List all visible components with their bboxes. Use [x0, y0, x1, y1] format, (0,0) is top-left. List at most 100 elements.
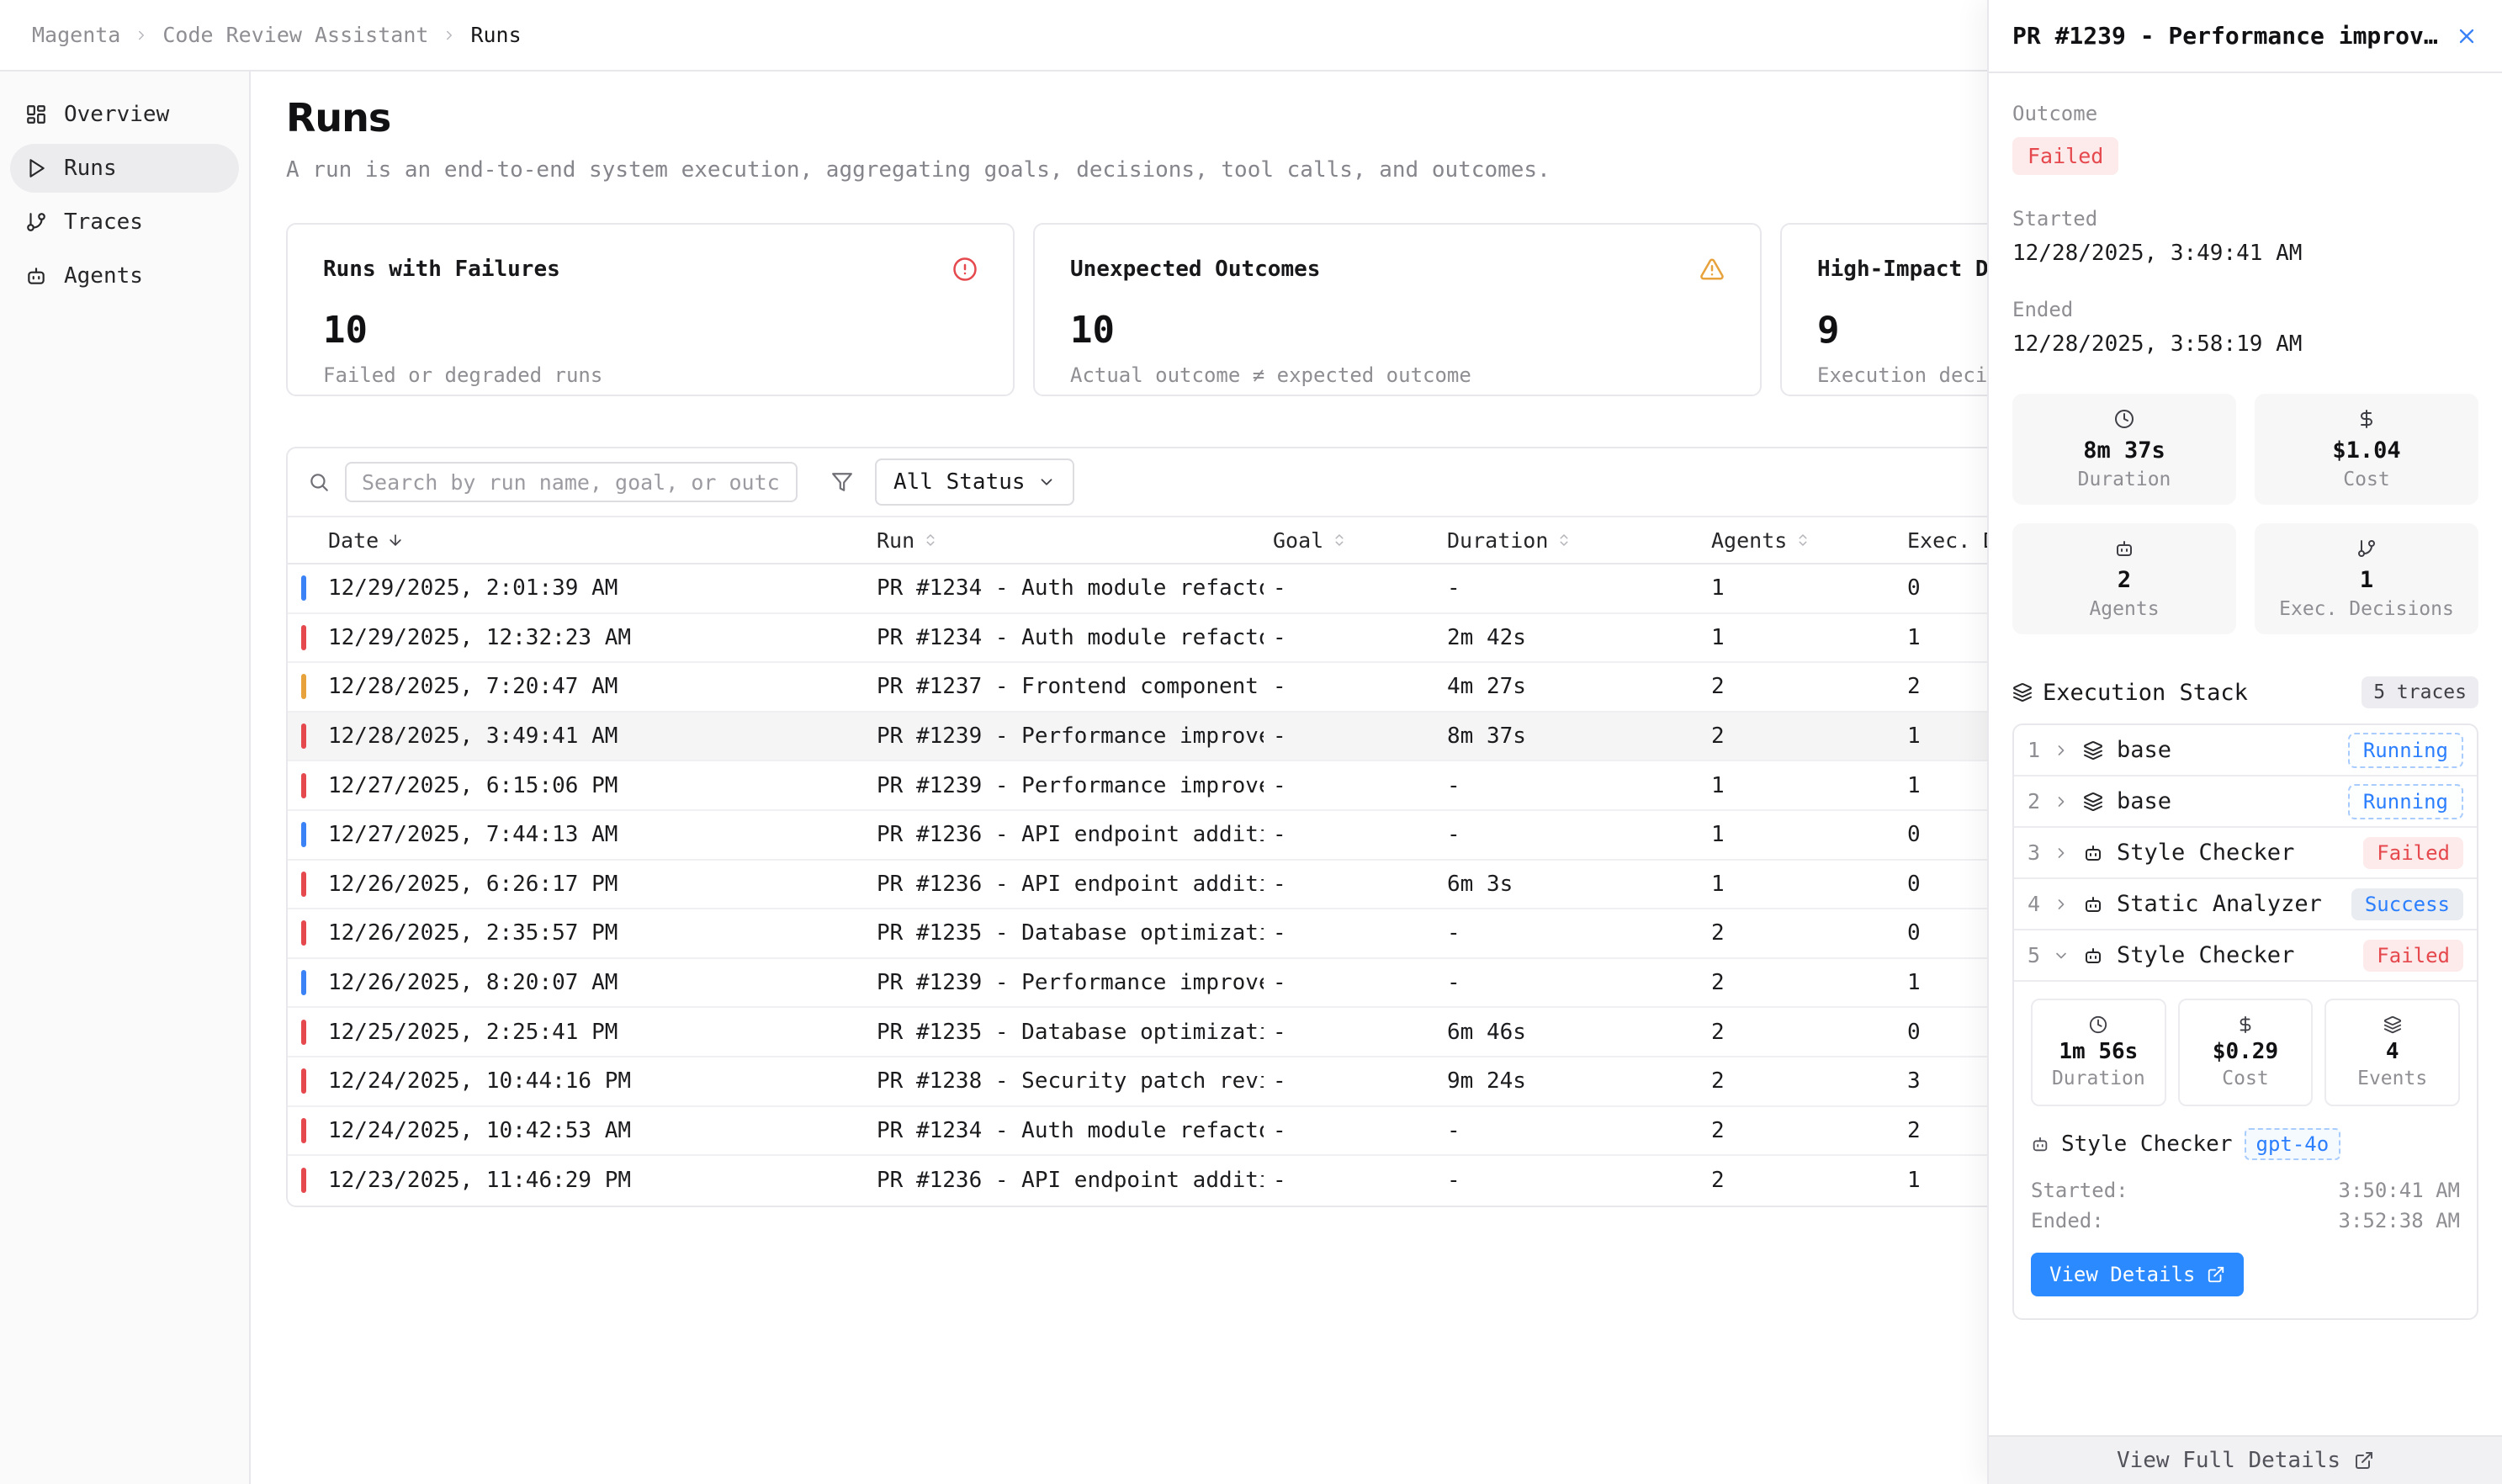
sidebar-item-runs[interactable]: Runs [10, 144, 239, 193]
run-status-bar [301, 1168, 306, 1193]
run-goal: - [1273, 1168, 1447, 1193]
date-cell: 12/25/2025, 2:25:41 PM [288, 1020, 877, 1045]
run-name: PR #1239 - Performance improvem… [877, 723, 1264, 749]
breadcrumb-item-current: Runs [470, 23, 521, 47]
date-cell: 12/26/2025, 6:26:17 PM [288, 872, 877, 897]
sidebar-item-label: Agents [64, 263, 143, 289]
dollar-icon [2236, 1015, 2255, 1034]
sort-icon [923, 533, 938, 548]
run-goal: - [1273, 1068, 1447, 1094]
sidebar-item-agents[interactable]: Agents [10, 252, 239, 300]
column-header-goal[interactable]: Goal [1273, 528, 1447, 553]
run-date: 12/29/2025, 12:32:23 AM [328, 625, 631, 650]
search-icon [308, 471, 330, 493]
chevron-down-icon [1037, 473, 1056, 491]
trace-ended-label: Ended: [2031, 1209, 2104, 1232]
panel-header: PR #1239 - Performance improvemen… [1989, 0, 2502, 73]
stack-item-1[interactable]: 1 base Running [2014, 725, 2477, 776]
run-status-bar [301, 1020, 306, 1045]
run-status-bar [301, 773, 306, 798]
trace-metric-cost: $0.29 Cost [2178, 999, 2314, 1106]
run-duration: 6m 46s [1447, 1020, 1711, 1045]
breadcrumb-item-project[interactable]: Code Review Assistant [162, 23, 428, 47]
metric-duration: 8m 37s Duration [2012, 394, 2236, 505]
sort-icon [1795, 533, 1810, 548]
bot-icon [2031, 1135, 2049, 1153]
run-date: 12/25/2025, 2:25:41 PM [328, 1020, 618, 1045]
bot-icon [2083, 946, 2103, 966]
run-goal: - [1273, 723, 1447, 749]
run-agents-count: 2 [1711, 1020, 1907, 1045]
run-status-bar [301, 1068, 306, 1094]
clock-icon [2114, 409, 2134, 429]
column-header-run[interactable]: Run [877, 528, 1273, 553]
close-icon[interactable] [2455, 24, 2478, 48]
execution-stack-list: 1 base Running 2 base Running 3 Style Ch… [2012, 723, 2478, 1320]
git-branch-icon [25, 211, 47, 233]
status-filter-select[interactable]: All Status [875, 458, 1074, 506]
run-goal: - [1273, 920, 1447, 946]
run-name: PR #1236 - API endpoint additio… [877, 822, 1264, 847]
sort-icon [1556, 533, 1572, 548]
run-status-bar [301, 920, 306, 946]
sidebar-item-label: Runs [64, 156, 117, 181]
status-filter-label: All Status [893, 469, 1026, 495]
layers-icon [2383, 1015, 2402, 1034]
chevron-down-icon [2053, 947, 2070, 964]
run-duration: 4m 27s [1447, 674, 1711, 699]
stat-card-runs-with-failures: Runs with Failures 10 Failed or degraded… [286, 223, 1015, 396]
stack-item-3[interactable]: 3 Style Checker Failed [2014, 828, 2477, 879]
alert-triangle-icon [1699, 257, 1725, 282]
run-duration: - [1447, 822, 1711, 847]
run-status-bar [301, 674, 306, 699]
date-cell: 12/26/2025, 8:20:07 AM [288, 970, 877, 995]
external-link-icon [2354, 1450, 2374, 1471]
run-duration: - [1447, 920, 1711, 946]
run-duration: 8m 37s [1447, 723, 1711, 749]
chevron-right-icon [2053, 896, 2070, 913]
stack-item-5[interactable]: 5 Style Checker Failed [2014, 930, 2477, 982]
trace-name: base [2117, 737, 2348, 763]
run-goal: - [1273, 575, 1447, 601]
sort-desc-icon [387, 532, 404, 549]
view-details-button[interactable]: View Details [2031, 1253, 2244, 1296]
sidebar-item-traces[interactable]: Traces [10, 198, 239, 246]
column-header-date[interactable]: Date [288, 528, 877, 553]
run-duration: - [1447, 1168, 1711, 1193]
run-status-bar [301, 822, 306, 847]
run-duration: - [1447, 1118, 1711, 1143]
run-date: 12/26/2025, 8:20:07 AM [328, 970, 618, 995]
trace-status-badge: Failed [2363, 837, 2463, 869]
run-date: 12/27/2025, 7:44:13 AM [328, 822, 618, 847]
run-name: PR #1235 - Database optimization [877, 1020, 1264, 1045]
stack-item-4[interactable]: 4 Static Analyzer Success [2014, 879, 2477, 930]
traces-count-badge: 5 traces [2362, 676, 2478, 708]
run-detail-panel: PR #1239 - Performance improvemen… Outco… [1987, 0, 2502, 1484]
run-duration: 2m 42s [1447, 625, 1711, 650]
started-value: 12/28/2025, 3:49:41 AM [2012, 241, 2478, 266]
bot-icon [25, 265, 47, 287]
column-header-duration[interactable]: Duration [1447, 528, 1711, 553]
date-cell: 12/24/2025, 10:44:16 PM [288, 1068, 877, 1094]
run-agents-count: 2 [1711, 723, 1907, 749]
external-link-icon [2207, 1265, 2225, 1284]
run-duration: 9m 24s [1447, 1068, 1711, 1094]
started-label: Started [2012, 207, 2478, 231]
run-agents-count: 2 [1711, 674, 1907, 699]
stat-value: 10 [1070, 309, 1725, 352]
view-full-details-button[interactable]: View Full Details [1989, 1435, 2502, 1484]
run-agents-count: 1 [1711, 575, 1907, 601]
stack-item-2[interactable]: 2 base Running [2014, 776, 2477, 828]
chevron-right-icon [2053, 845, 2070, 861]
search-input[interactable] [345, 462, 798, 502]
trace-ended-value: 3:52:38 AM [2339, 1209, 2461, 1232]
date-cell: 12/27/2025, 7:44:13 AM [288, 822, 877, 847]
run-goal: - [1273, 674, 1447, 699]
trace-metric-duration: 1m 56s Duration [2031, 999, 2166, 1106]
sidebar-item-label: Traces [64, 209, 143, 235]
trace-detail-expanded: 1m 56s Duration $0.29 Cost 4 Events [2014, 982, 2477, 1318]
breadcrumb-item-org[interactable]: Magenta [32, 23, 120, 47]
sidebar-item-overview[interactable]: Overview [10, 90, 239, 139]
bot-icon [2083, 894, 2103, 914]
column-header-agents[interactable]: Agents [1711, 528, 1907, 553]
